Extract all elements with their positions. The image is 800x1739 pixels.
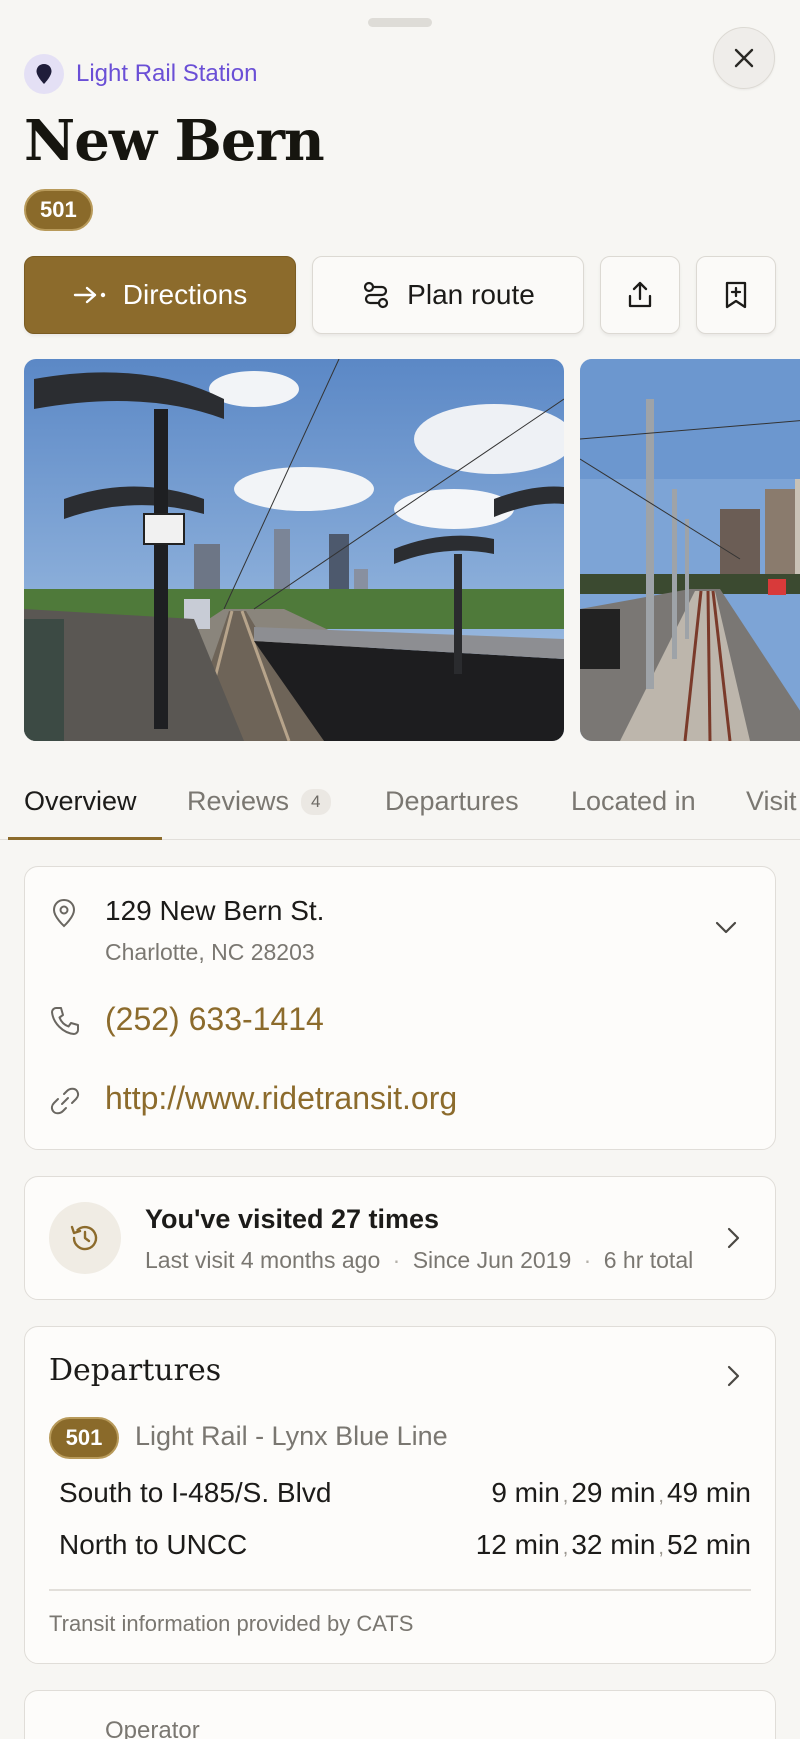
departure-row[interactable]: South to I-485/S. Blvd 9 min, 29 min, 49 m… <box>59 1477 751 1509</box>
address-line1[interactable]: 129 New Bern St. <box>105 895 324 927</box>
station-photo[interactable] <box>24 359 564 741</box>
direction-label: North to UNCC <box>59 1529 248 1560</box>
departures-title[interactable]: Departures <box>49 1353 221 1388</box>
website-link[interactable]: http://www.ridetransit.org <box>105 1080 457 1117</box>
tab-reviews[interactable]: Reviews 4 <box>187 786 331 817</box>
category-row: Light Rail Station <box>24 54 257 94</box>
line-name: Light Rail - Lynx Blue Line <box>135 1421 448 1451</box>
tab-located-in-label: Located in <box>571 786 696 816</box>
sheet-grabber[interactable] <box>368 18 432 27</box>
route-badge: 501 <box>24 189 93 231</box>
tab-visit-label: Visit <box>746 786 797 816</box>
photo-carousel[interactable] <box>24 359 800 741</box>
track-photo[interactable] <box>580 359 800 741</box>
departure-row[interactable]: North to UNCC 12 min, 32 min, 52 min <box>59 1529 751 1561</box>
share-button[interactable] <box>600 256 680 334</box>
tab-departures-label: Departures <box>385 786 519 816</box>
plan-route-button[interactable]: Plan route <box>312 256 584 334</box>
contact-card: 129 New Bern St. Charlotte, NC 28203 (25… <box>24 866 776 1150</box>
visit-history-card[interactable]: You've visited 27 times Last visit 4 mon… <box>24 1176 776 1300</box>
address-line2: Charlotte, NC 28203 <box>105 939 315 965</box>
departure-time: 49 min <box>666 1477 751 1508</box>
direction-label: South to I-485/S. Blvd <box>59 1477 332 1508</box>
map-pin-icon <box>52 898 76 928</box>
action-bar: Directions Plan route <box>24 256 776 334</box>
tab-bar: Overview Reviews 4 Departures Located in… <box>0 770 800 840</box>
last-visit-text: Last visit 4 months ago <box>145 1247 381 1273</box>
tab-overview-label: Overview <box>24 786 137 816</box>
route-badge: 501 <box>49 1417 119 1459</box>
departure-time: 52 min <box>666 1529 751 1560</box>
departure-time: 32 min <box>571 1529 656 1560</box>
tab-visit[interactable]: Visit <box>746 786 797 817</box>
close-icon <box>734 48 754 68</box>
tab-overview[interactable]: Overview <box>24 786 137 817</box>
directions-arrow-icon <box>73 286 105 304</box>
route-icon <box>364 281 389 309</box>
tab-reviews-label: Reviews <box>187 786 290 816</box>
bookmark-add-icon <box>725 281 747 309</box>
departure-times: 12 min, 32 min, 52 min <box>475 1529 751 1560</box>
directions-button[interactable]: Directions <box>24 256 296 334</box>
link-icon <box>50 1087 80 1115</box>
departure-time: 9 min <box>491 1477 560 1508</box>
transit-info-footer: Transit information provided by CATS <box>49 1611 414 1636</box>
departures-card: Departures 501 Light Rail - Lynx Blue Li… <box>24 1326 776 1664</box>
total-time-text: 6 hr total <box>603 1247 694 1273</box>
tab-departures[interactable]: Departures <box>385 786 519 817</box>
place-title: New Bern <box>24 108 325 174</box>
visit-count-title: You've visited 27 times <box>145 1204 440 1234</box>
close-button[interactable] <box>713 27 775 89</box>
chevron-right-icon[interactable] <box>727 1365 741 1387</box>
departure-time: 29 min <box>571 1477 656 1508</box>
chevron-right-icon <box>727 1227 740 1249</box>
operator-label: Operator <box>105 1717 200 1739</box>
since-text: Since Jun 2019 <box>412 1247 572 1273</box>
reviews-count-badge: 4 <box>301 788 331 815</box>
tab-located-in[interactable]: Located in <box>571 786 696 817</box>
departure-time: 12 min <box>475 1529 560 1560</box>
operator-card: Operator <box>24 1690 776 1739</box>
share-icon <box>628 281 652 308</box>
history-icon <box>49 1202 121 1274</box>
plan-route-label: Plan route <box>407 279 535 310</box>
location-pin-icon <box>24 54 64 94</box>
departure-times: 9 min, 29 min, 49 min <box>491 1477 751 1508</box>
phone-icon <box>51 1007 79 1035</box>
category-label: Light Rail Station <box>76 60 258 87</box>
visit-stats: Last visit 4 months ago · Since Jun 2019… <box>145 1247 694 1273</box>
phone-link[interactable]: (252) 633-1414 <box>105 1001 324 1038</box>
save-button[interactable] <box>696 256 776 334</box>
divider <box>49 1589 751 1591</box>
active-tab-indicator <box>8 837 162 840</box>
chevron-down-icon[interactable] <box>715 921 737 935</box>
directions-label: Directions <box>122 279 248 310</box>
